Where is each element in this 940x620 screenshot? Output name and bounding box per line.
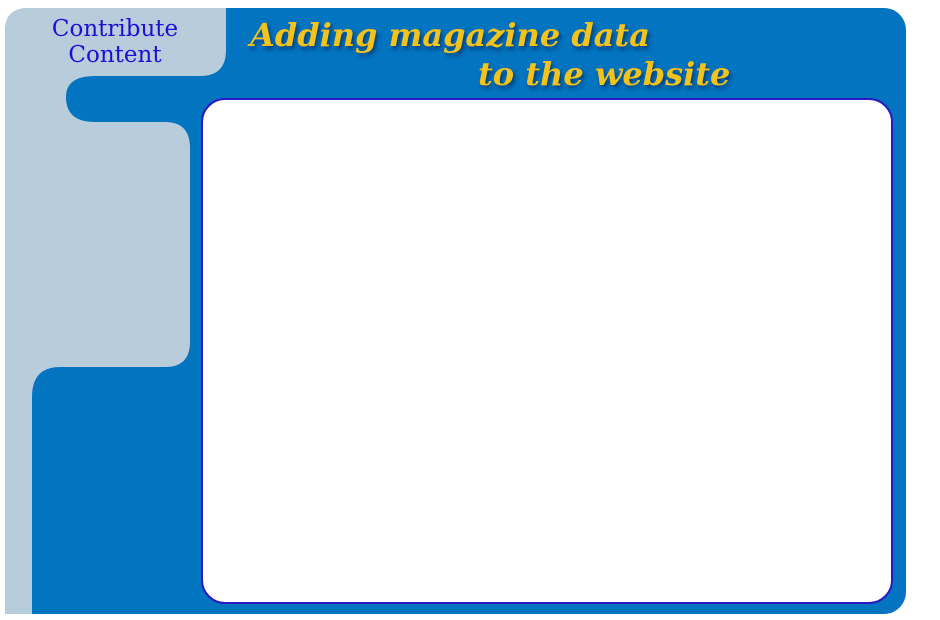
content-panel xyxy=(201,98,893,604)
heading-line-2: to the website xyxy=(478,55,731,93)
section-title-line-2: Content xyxy=(68,42,162,68)
slide-frame: Contribute Content Adding magazine data … xyxy=(0,0,940,620)
heading-line-1: Adding magazine data xyxy=(250,16,650,54)
section-title: Contribute Content xyxy=(30,16,200,68)
section-title-line-1: Contribute xyxy=(51,16,179,42)
